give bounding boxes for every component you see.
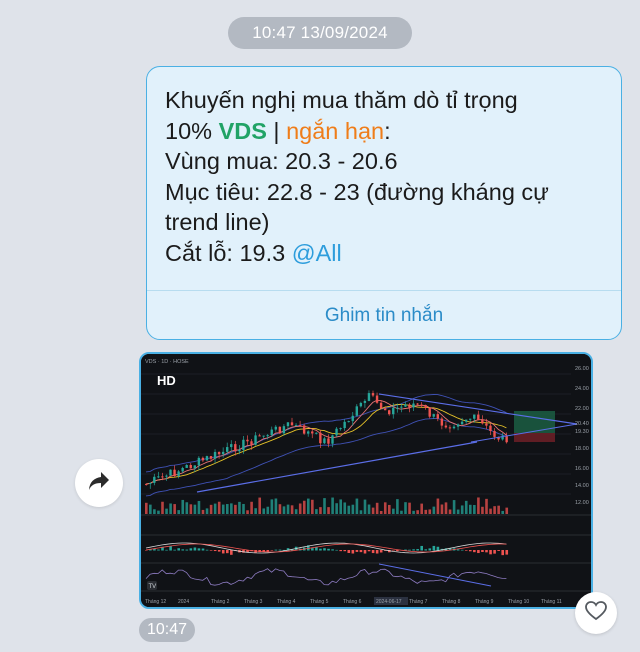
target-line: Mục tiêu: 22.8 - 23 (đường kháng cự bbox=[165, 178, 549, 205]
svg-text:TV: TV bbox=[149, 584, 157, 590]
time-tick: Tháng 12 bbox=[145, 599, 166, 605]
message-bubble[interactable]: Khuyến nghị mua thăm dò tỉ trọng 10% VDS… bbox=[146, 66, 622, 340]
time-tick: 2024 bbox=[178, 599, 189, 605]
time-tick: 2024-06-17 bbox=[376, 599, 402, 605]
price-tick: 19.30 bbox=[575, 429, 589, 435]
price-tick: 20.40 bbox=[575, 421, 589, 427]
time-tick: Tháng 9 bbox=[475, 599, 494, 605]
pin-message-button[interactable]: Ghim tin nhắn bbox=[147, 291, 621, 339]
time-tick: Tháng 11 bbox=[541, 599, 562, 605]
price-tick: 22.00 bbox=[575, 406, 589, 412]
target-line-cont: trend line) bbox=[165, 209, 270, 235]
time-tick: Tháng 5 bbox=[310, 599, 329, 605]
chart-image[interactable]: VDS · 1D · HOSE 26.00 24.00 22.00 20.40 19.3… bbox=[139, 352, 593, 609]
forward-arrow-icon bbox=[88, 471, 110, 496]
price-tick: 26.00 bbox=[575, 366, 589, 372]
time-tick: Tháng 2 bbox=[211, 599, 230, 605]
message-line-1: Khuyến nghị mua thăm dò tỉ trọng bbox=[165, 87, 518, 113]
time-tick: Tháng 7 bbox=[409, 599, 428, 605]
ticker-label: VDS bbox=[218, 117, 267, 144]
target-zone bbox=[514, 411, 555, 433]
message-text: Khuyến nghị mua thăm dò tỉ trọng 10% VDS… bbox=[165, 85, 607, 268]
chart-header: VDS · 1D · HOSE bbox=[145, 359, 189, 365]
time-tick: Tháng 6 bbox=[343, 599, 362, 605]
time-tick: Tháng 8 bbox=[442, 599, 461, 605]
date-stamp: 10:47 13/09/2024 bbox=[228, 17, 412, 49]
heart-icon bbox=[585, 600, 607, 626]
time-tick: Tháng 10 bbox=[508, 599, 529, 605]
hd-badge: HD bbox=[157, 373, 176, 388]
buy-zone-line: Vùng mua: 20.3 - 20.6 bbox=[165, 148, 398, 174]
price-tick: 12.00 bbox=[575, 500, 589, 506]
forward-button[interactable] bbox=[75, 459, 123, 507]
mention-all-link[interactable]: @All bbox=[292, 240, 342, 266]
price-tick: 16.00 bbox=[575, 466, 589, 472]
horizon-label: ngắn hạn bbox=[286, 117, 385, 144]
time-tick: Tháng 3 bbox=[244, 599, 263, 605]
message-line-2: 10% VDS | ngắn hạn: bbox=[165, 117, 391, 144]
react-button[interactable] bbox=[575, 592, 617, 634]
stock-chart-screenshot: VDS · 1D · HOSE 26.00 24.00 22.00 20.40 19.3… bbox=[141, 354, 591, 607]
price-tick: 18.00 bbox=[575, 446, 589, 452]
price-tick: 14.00 bbox=[575, 483, 589, 489]
stop-loss-line: Cắt lỗ: 19.3 @All bbox=[165, 239, 342, 266]
message-timestamp: 10:47 bbox=[139, 618, 195, 642]
price-tick: 24.00 bbox=[575, 386, 589, 392]
time-tick: Tháng 4 bbox=[277, 599, 296, 605]
stoploss-zone bbox=[514, 433, 555, 442]
